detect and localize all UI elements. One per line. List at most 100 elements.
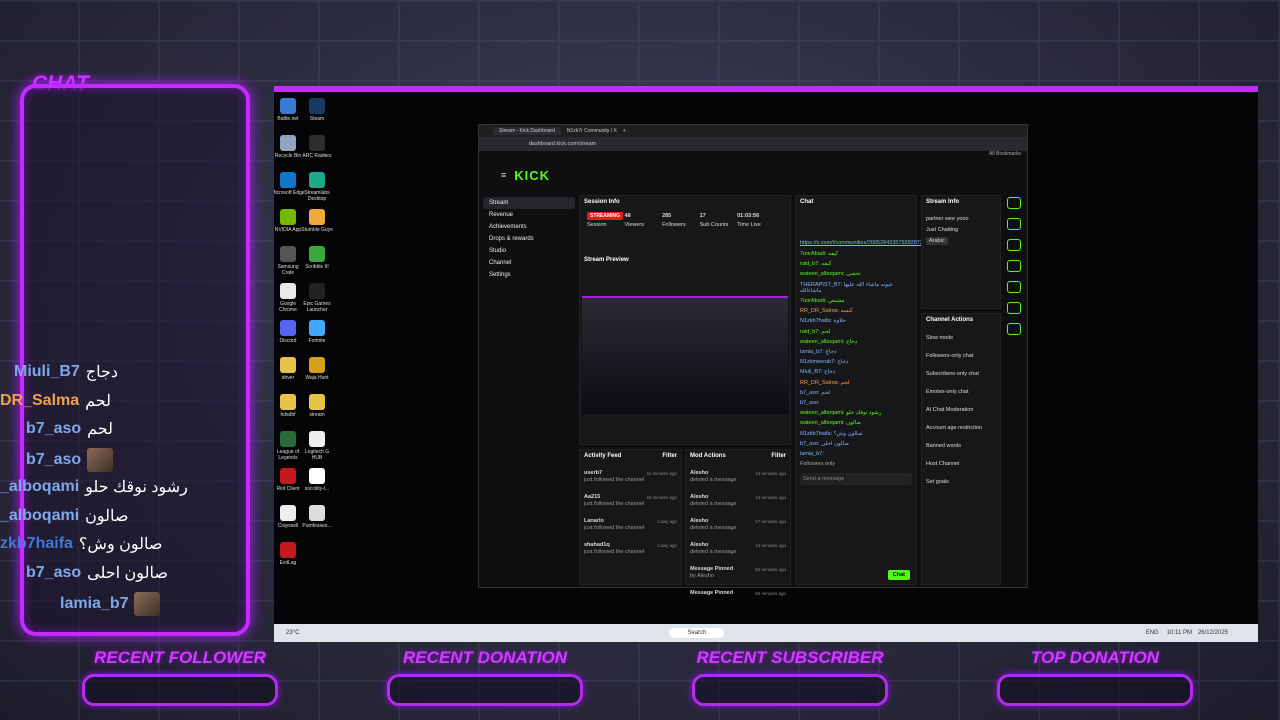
timelive-value: 01:03:56: [737, 213, 760, 219]
chat-send-button[interactable]: Chat: [887, 570, 910, 580]
user-avatar-icon: [87, 448, 114, 473]
desktop-shortcut-label: Scribble It!: [305, 264, 329, 270]
overlay-chat-message: _alboqami صالون: [0, 506, 129, 526]
pinned-link[interactable]: https://x.com/i/communities/200528433579…: [796, 238, 926, 249]
desktop-shortcut-label: Google Chrome: [279, 301, 297, 313]
google-chrome-icon: [280, 283, 296, 299]
address-bar[interactable]: dashboard.kick.com/stream: [479, 137, 1027, 151]
nav-item-achievements[interactable]: Achievements: [483, 221, 575, 233]
kick-chat-line: lamia_b7: دجاج: [800, 349, 837, 356]
taskbar-search[interactable]: Search: [669, 628, 725, 638]
kick-chat-line: wateen_alboqami: صالون: [800, 420, 862, 427]
channel-action-ai-chat-moderation[interactable]: AI Chat Moderation: [922, 405, 1000, 416]
channel-action-host-channel[interactable]: Host Channel: [922, 459, 1000, 470]
nav-item-drops-rewards[interactable]: Drops & rewards: [483, 233, 575, 245]
quick-action-3-icon[interactable]: [1007, 239, 1021, 251]
quick-action-5-icon[interactable]: [1007, 281, 1021, 293]
desktop-shortcut[interactable]: Streamlabs Desktop: [300, 172, 334, 202]
desktop-shortcut[interactable]: Logitech G HUB: [300, 431, 334, 461]
desktop-shortcut-label: Riot Client: [276, 486, 300, 492]
kick-chat-line: raid_b7: كيفه: [800, 261, 832, 268]
feed-user: shahad1q: [584, 542, 610, 548]
chat-username: b7_aso: [26, 563, 82, 581]
kick-logo[interactable]: KICK: [514, 168, 550, 183]
overlay-chat-message: Miuli_B7 دجاج: [14, 362, 118, 382]
channel-action-account-age-restriction[interactable]: Account age restriction: [922, 423, 1000, 434]
feed-detail: deleted a message: [690, 549, 737, 555]
recycle-bin-icon: [280, 135, 296, 151]
activity-title: Activity Feed: [584, 453, 622, 459]
weather-widget[interactable]: 23°C: [286, 630, 299, 636]
feed-user: Alesho: [690, 494, 709, 500]
desktop-shortcut[interactable]: Scribble It!: [300, 246, 334, 270]
nav-item-revenue[interactable]: Revenue: [483, 209, 575, 221]
activity-list: userb7 11 minutes ago just followed the ch…: [580, 468, 681, 558]
waja-hunt-icon: [309, 357, 325, 373]
fortnite-icon: [309, 320, 325, 336]
desktop-shortcut-label: soccility-l...: [304, 486, 330, 492]
channel-action-banned-words[interactable]: Banned words: [922, 441, 1000, 452]
channel-action-slow-mode[interactable]: Slow mode: [922, 333, 1000, 344]
quick-action-2-icon[interactable]: [1007, 218, 1021, 230]
feed-item: Alesho 17 minutes ago deleted a message: [686, 516, 790, 534]
nav-item-channel[interactable]: Channel: [483, 257, 575, 269]
channel-action-subscribers-only-chat[interactable]: Subscribers-only chat: [922, 369, 1000, 380]
desktop-shortcut[interactable]: Steam: [300, 98, 334, 122]
language-indicator[interactable]: ENG: [1146, 630, 1159, 636]
mod-filter-button[interactable]: Filter: [771, 453, 786, 459]
kick-chat-line: RR_DR_Salma: كبسه: [800, 308, 853, 315]
desktop-shortcut[interactable]: Fortnite: [300, 320, 334, 344]
channel-action-emotes-only-chat[interactable]: Emotes-only chat: [922, 387, 1000, 398]
quick-action-4-icon[interactable]: [1007, 260, 1021, 272]
desktop-shortcut[interactable]: Stumble Guys: [300, 209, 334, 233]
mod-actions-list: Alesho 14 minutes ago deleted a message Ale…: [686, 468, 790, 599]
chat-text: لحم: [87, 421, 113, 439]
timelive-label: Time Live: [737, 222, 761, 228]
desktop-shortcut[interactable]: soccility-l...: [300, 468, 334, 492]
overlay-chat-message: b7_aso لحم: [26, 419, 113, 439]
desktop-shortcut[interactable]: Pumfesaso...: [300, 505, 334, 529]
epic-games-launcher-icon: [309, 283, 325, 299]
viewers-value: 48: [624, 213, 631, 219]
desktop-shortcut-label: Epic Games Launcher: [303, 301, 331, 313]
desktop-shortcut[interactable]: ARC Raiders: [300, 135, 334, 159]
channel-action-followers-only-chat[interactable]: Followers-only chat: [922, 351, 1000, 362]
stream-preview-video[interactable]: [582, 296, 788, 414]
clock-time[interactable]: 10:11 PM: [1167, 630, 1192, 636]
desktop-shortcut[interactable]: stream: [300, 394, 334, 418]
tab-x-community[interactable]: N1zk7r Community / X: [567, 128, 617, 134]
desktop-shortcut[interactable]: Waja Hunt: [300, 357, 334, 381]
menu-icon[interactable]: ≡: [501, 170, 506, 180]
nav-item-studio[interactable]: Studio: [483, 245, 575, 257]
kick-chat-line: wateen_alboqami: دجاج: [800, 338, 858, 345]
feed-user: Alesho: [690, 542, 709, 548]
desktop-shortcut-label: Steam: [309, 116, 325, 122]
feed-time: 54 minutes ago: [755, 567, 786, 572]
quick-actions-bar: [1007, 197, 1021, 344]
desktop-shortcut[interactable]: ExitLag: [274, 542, 305, 566]
send-message-input[interactable]: Send a message: [800, 473, 912, 486]
desktop-shortcut-label: Samsung Crate: [277, 264, 299, 276]
clock-date[interactable]: 26/12/2025: [1198, 630, 1228, 636]
all-bookmarks[interactable]: All Bookmarks: [989, 151, 1021, 157]
kick-chat-lines: 7oorAbadi: كيفه raid_b7: كيفه wateen_alboq…: [796, 249, 916, 459]
quick-action-7-icon[interactable]: [1007, 323, 1021, 335]
tab-bar: Stream - Kick Dashboard N1zk7r Community…: [479, 125, 1027, 137]
desktop-shortcut[interactable]: Epic Games Launcher: [300, 283, 334, 313]
channel-action-set-goals[interactable]: Set goals: [922, 477, 1000, 488]
chat-text: دجاج: [85, 364, 119, 381]
kick-chat-line: N1zkb7haifa: حلاوة: [800, 318, 846, 325]
kick-chat-line: RR_DR_Salma: لحم: [800, 379, 850, 386]
chat-username: DR_Salma: [0, 391, 80, 409]
tab-kick-dashboard[interactable]: Stream - Kick Dashboard: [493, 127, 561, 135]
quick-action-6-icon[interactable]: [1007, 302, 1021, 314]
nav-item-settings[interactable]: Settings: [483, 269, 575, 281]
feed-item: userb7 11 minutes ago just followed the ch…: [580, 468, 681, 486]
new-tab-icon[interactable]: +: [623, 128, 626, 134]
subs-label: Sub Counts: [699, 222, 729, 228]
quick-action-1-icon[interactable]: [1007, 197, 1021, 209]
followers-only-note: Followers only: [800, 461, 836, 468]
kick-chat-line: N1zkb7haifa: صالون وش؟: [800, 430, 863, 437]
activity-filter-button[interactable]: Filter: [662, 453, 677, 459]
nav-item-stream[interactable]: Stream: [483, 197, 575, 209]
